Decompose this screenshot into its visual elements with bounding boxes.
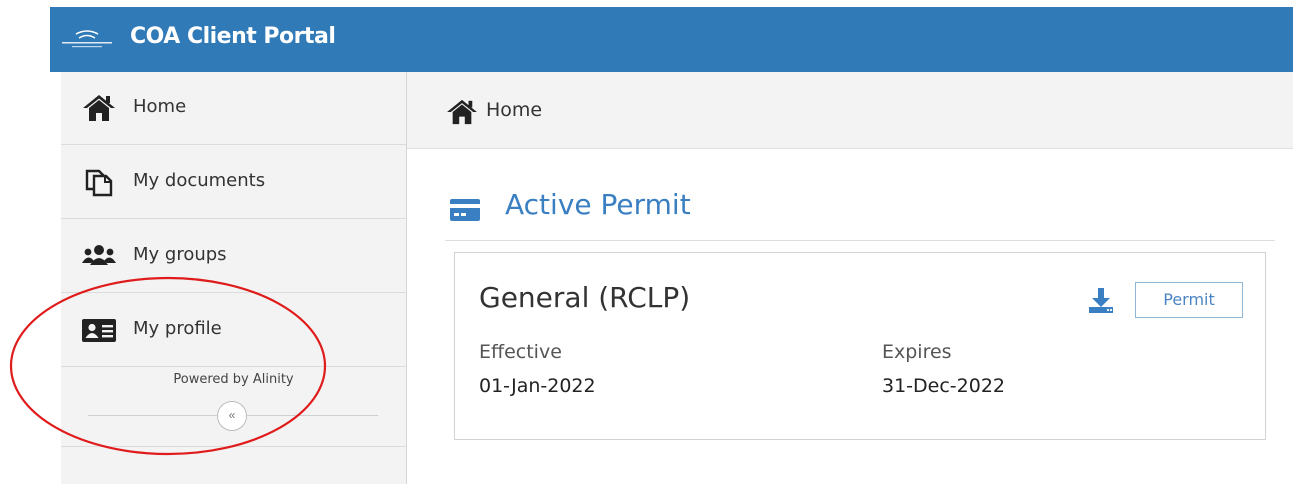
powered-by-text: Powered by Alinity <box>173 372 294 387</box>
breadcrumb: Home <box>407 72 1293 149</box>
sidebar-item-label: My documents <box>133 170 266 191</box>
sidebar-item-label: My groups <box>133 244 227 265</box>
profile-card-icon <box>82 319 116 342</box>
expires-label: Expires <box>882 341 952 363</box>
college-logo-icon <box>62 30 112 48</box>
effective-value: 01-Jan-2022 <box>479 375 596 397</box>
permit-card: General (RCLP) Permit Effective 01-Jan-2… <box>454 252 1266 440</box>
powered-by-section: Powered by Alinity « <box>61 366 406 447</box>
documents-icon <box>85 169 113 197</box>
home-icon <box>83 95 115 121</box>
effective-label: Effective <box>479 341 562 363</box>
permit-button[interactable]: Permit <box>1135 282 1243 318</box>
sidebar-item-documents[interactable]: My documents <box>61 146 406 219</box>
breadcrumb-home[interactable]: Home <box>486 99 542 121</box>
home-icon[interactable] <box>444 98 480 126</box>
section-header: Active Permit <box>445 180 1275 241</box>
app-header: COA Client Portal <box>50 7 1293 72</box>
expires-value: 31-Dec-2022 <box>882 375 1006 397</box>
sidebar-item-home[interactable]: Home <box>61 72 406 145</box>
credit-card-icon <box>450 199 480 221</box>
sidebar-item-label: Home <box>133 96 187 117</box>
groups-icon <box>82 245 116 265</box>
sidebar-item-profile[interactable]: My profile <box>61 294 406 367</box>
app-title[interactable]: COA Client Portal <box>130 24 336 49</box>
sidebar: Home My documents My groups My profile P… <box>61 72 407 484</box>
sidebar-item-groups[interactable]: My groups <box>61 220 406 293</box>
chevrons-left-icon: « <box>228 408 236 422</box>
collapse-sidebar-button[interactable]: « <box>217 401 247 431</box>
permit-title: General (RCLP) <box>479 281 691 314</box>
sidebar-item-label: My profile <box>133 318 222 339</box>
section-title: Active Permit <box>505 188 691 221</box>
download-icon[interactable] <box>1087 285 1115 315</box>
